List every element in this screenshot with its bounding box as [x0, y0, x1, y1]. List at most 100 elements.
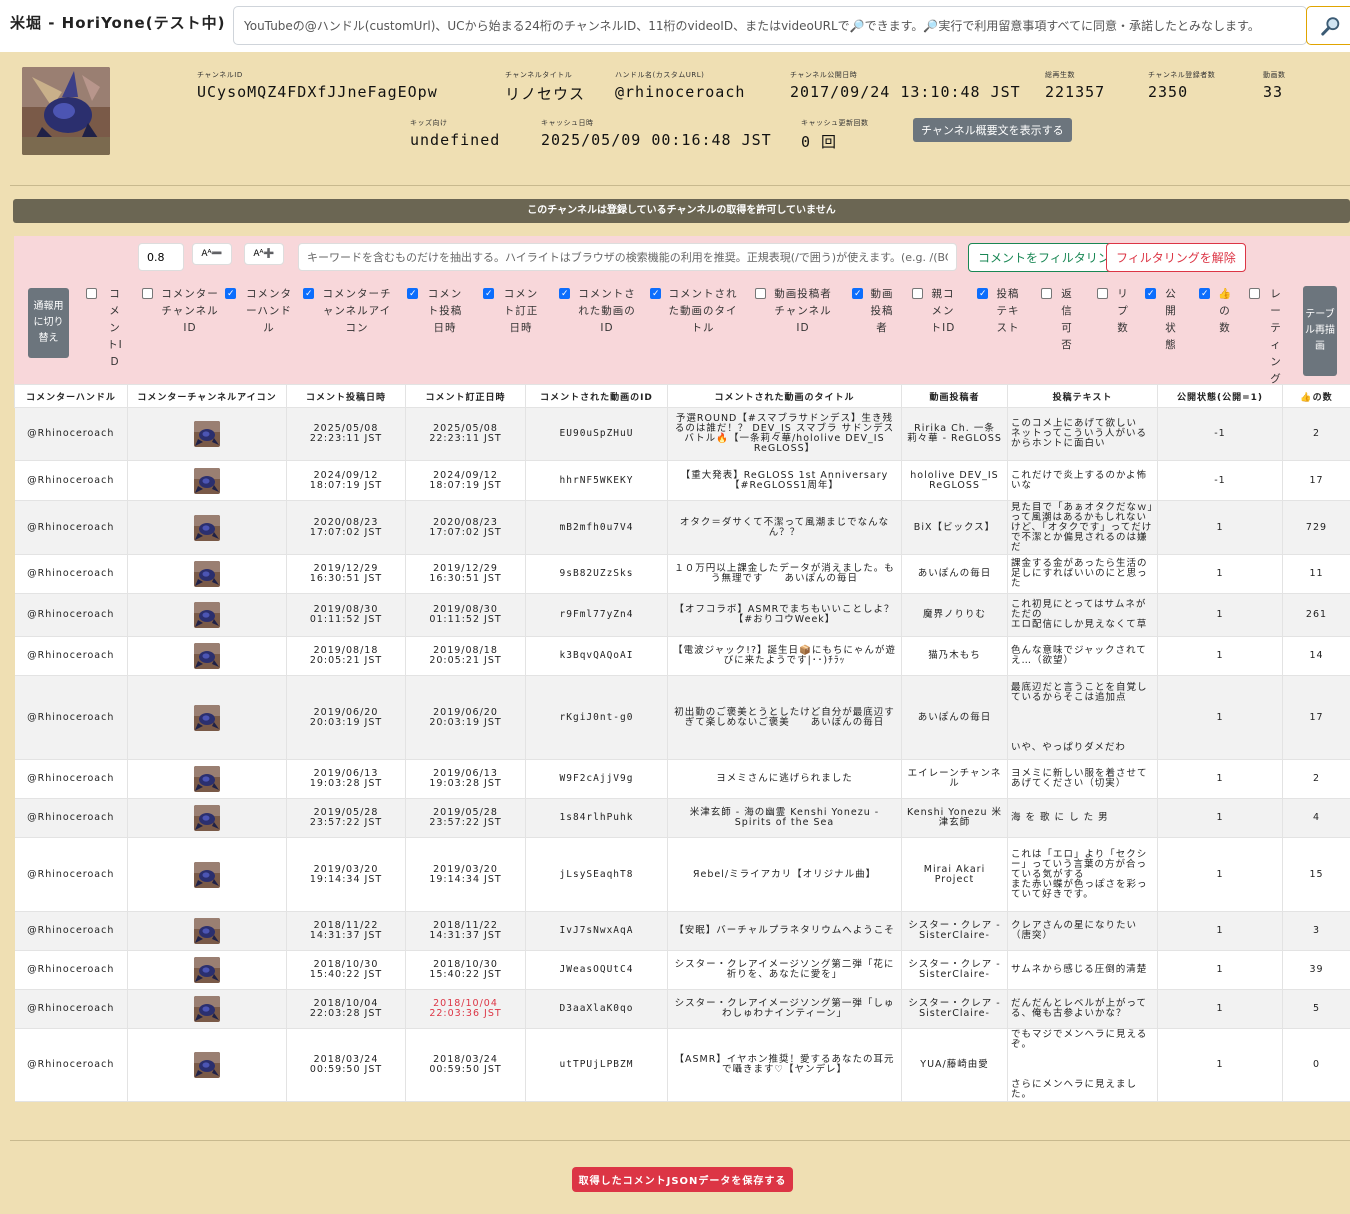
- column-header[interactable]: コメンターハンドル: [14, 384, 128, 408]
- column-header[interactable]: 公開状態(公開=1): [1157, 384, 1283, 408]
- video-id-cell: utTPUjLPBZM: [525, 1028, 668, 1102]
- public-status-cell: -1: [1157, 407, 1283, 461]
- column-header[interactable]: コメントされた動画のID: [525, 384, 668, 408]
- commenter-avatar[interactable]: [194, 957, 220, 983]
- search-input[interactable]: [233, 6, 1307, 45]
- video-title-cell: 【オフコラボ】ASMRでまちもいいことしよ？【#おりコウWeek】: [667, 593, 902, 637]
- edited-date-cell: 2019/06/13 19:03:28 JST: [405, 759, 526, 799]
- column-toggle[interactable]: コメンターチャンネルID: [142, 286, 220, 337]
- video-title-cell: 予選ROUND【#スマブラサドンデス】生き残るのは誰だ！？ DEV_IS スマブ…: [667, 407, 902, 461]
- column-toggle[interactable]: 動画投稿者: [852, 286, 894, 337]
- column-toggle-checkbox[interactable]: [1041, 288, 1052, 299]
- column-header[interactable]: 投稿テキスト: [1007, 384, 1158, 408]
- commenter-icon-cell: [127, 407, 287, 461]
- column-toggle[interactable]: レーティング: [1249, 286, 1285, 388]
- posted-date-cell: 2020/08/23 17:07:02 JST: [286, 500, 406, 555]
- report-mode-button[interactable]: 通報用に切り替え: [28, 288, 69, 358]
- column-toggle[interactable]: リプ数: [1097, 286, 1131, 337]
- font-size-input[interactable]: [138, 243, 184, 271]
- column-header[interactable]: コメンターチャンネルアイコン: [127, 384, 287, 408]
- column-header[interactable]: 動画投稿者: [901, 384, 1008, 408]
- info-value: @rhinoceroach: [615, 83, 746, 101]
- commenter-avatar[interactable]: [194, 467, 220, 494]
- notice-bar: このチャンネルは登録しているチャンネルの取得を許可していません: [13, 199, 1350, 223]
- column-header[interactable]: コメント投稿日時: [286, 384, 406, 408]
- info-cache-date: キャッシュ日時 2025/05/09 00:16:48 JST: [541, 118, 772, 149]
- uploader-cell: あいぽんの毎日: [901, 675, 1008, 760]
- column-toggle[interactable]: コメントID: [86, 286, 126, 371]
- column-toggle-checkbox[interactable]: [650, 286, 661, 303]
- commenter-avatar[interactable]: [194, 704, 220, 731]
- commenter-handle-cell: @Rhinoceroach: [14, 911, 128, 951]
- commenter-avatar[interactable]: [194, 561, 220, 587]
- info-label: チャンネル登録者数: [1148, 71, 1216, 79]
- column-header[interactable]: 👍の数: [1282, 384, 1350, 408]
- column-toggle-checkbox[interactable]: [303, 286, 314, 303]
- commenter-avatar[interactable]: [194, 421, 220, 447]
- info-video-count: 動画数 33: [1263, 70, 1286, 101]
- video-title-cell: シスター・クレアイメージソング第二弾「花に祈りを、あなたに愛を」: [667, 950, 902, 990]
- column-toggle-checkbox[interactable]: [1249, 288, 1260, 299]
- column-toggle[interactable]: 公開状態: [1145, 286, 1179, 354]
- commenter-avatar[interactable]: [194, 514, 220, 541]
- column-toggle[interactable]: コメンターチャンネルアイコン: [303, 286, 393, 337]
- column-toggle-checkbox[interactable]: [142, 288, 153, 299]
- info-value: リノセウス: [505, 85, 586, 103]
- column-toggle[interactable]: 👍の数: [1199, 286, 1233, 337]
- column-toggle[interactable]: コメントされた動画のID: [559, 286, 637, 337]
- column-toggle-checkbox[interactable]: [225, 286, 236, 303]
- commenter-avatar[interactable]: [194, 996, 220, 1022]
- column-toggle-label: レーティング: [1270, 288, 1282, 385]
- column-toggle-checkbox[interactable]: [1097, 288, 1108, 299]
- column-toggle-checkbox[interactable]: [755, 288, 766, 299]
- commenter-icon-cell: [127, 500, 287, 555]
- commenter-icon-cell: [127, 798, 287, 838]
- save-json-button[interactable]: 取得したコメントJSONデータを保存する: [572, 1167, 793, 1192]
- column-toggle-checkbox[interactable]: [852, 286, 863, 303]
- commenter-avatar[interactable]: [194, 861, 220, 888]
- commenter-avatar[interactable]: [194, 766, 220, 792]
- search-button[interactable]: [1306, 6, 1350, 45]
- font-decrease-button[interactable]: Aᴬ➖: [192, 243, 232, 265]
- table-row: @Rhinoceroach 2019/06/13 19:03:28 JST 2019…: [14, 759, 1350, 799]
- posted-date-cell: 2019/12/29 16:30:51 JST: [286, 554, 406, 594]
- keyword-filter-input[interactable]: [298, 243, 957, 271]
- column-toggle[interactable]: コメントされた動画のタイトル: [650, 286, 738, 337]
- column-toggle[interactable]: 返信可否: [1041, 286, 1075, 354]
- commenter-avatar[interactable]: [194, 602, 220, 628]
- redraw-table-button[interactable]: テーブル再描画: [1303, 286, 1337, 376]
- column-toggle-checkbox[interactable]: [912, 288, 923, 299]
- video-title-cell: 【安眠】バーチャルプラネタリウムへようこそ: [667, 911, 902, 951]
- column-header[interactable]: コメント訂正日時: [405, 384, 526, 408]
- column-toggle-checkbox[interactable]: [483, 286, 494, 303]
- column-toggle[interactable]: コメント訂正日時: [483, 286, 541, 337]
- show-description-button[interactable]: チャンネル概要文を表示する: [913, 118, 1072, 142]
- column-toggle[interactable]: コメンターハンドル: [225, 286, 295, 337]
- column-toggle-checkbox[interactable]: [86, 288, 97, 299]
- column-toggle[interactable]: 親コメントID: [912, 286, 956, 337]
- video-id-cell: JWeasOQUtC4: [525, 950, 668, 990]
- public-status-cell: 1: [1157, 636, 1283, 676]
- column-toggle-checkbox[interactable]: [407, 286, 418, 303]
- column-toggle-checkbox[interactable]: [1199, 286, 1210, 303]
- commenter-icon-cell: [127, 989, 287, 1029]
- commenter-avatar[interactable]: [194, 643, 220, 669]
- font-increase-button[interactable]: Aᴬ➕: [244, 243, 284, 265]
- commenter-avatar[interactable]: [194, 805, 220, 831]
- public-status-cell: 1: [1157, 989, 1283, 1029]
- column-toggle-checkbox[interactable]: [559, 286, 570, 303]
- column-toggle-checkbox[interactable]: [1145, 286, 1156, 303]
- likes-cell: 2: [1282, 759, 1350, 799]
- commenter-avatar[interactable]: [194, 1052, 220, 1078]
- commenter-avatar[interactable]: [194, 918, 220, 944]
- column-toggle-checkbox[interactable]: [977, 286, 988, 303]
- posted-date-cell: 2018/10/04 22:03:28 JST: [286, 989, 406, 1029]
- column-toggle[interactable]: 投稿テキスト: [977, 286, 1021, 337]
- commenter-icon-cell: [127, 460, 287, 501]
- column-toggle[interactable]: コメント投稿日時: [407, 286, 465, 337]
- column-header[interactable]: コメントされた動画のタイトル: [667, 384, 902, 408]
- column-toggle[interactable]: 動画投稿者チャンネルID: [755, 286, 833, 337]
- clear-filter-button[interactable]: フィルタリングを解除: [1106, 243, 1246, 272]
- uploader-cell: シスター・クレア -SisterClaire-: [901, 989, 1008, 1029]
- comment-text-cell: これは「エロ」より「セクシー」っていう言葉の方が合っている気がする また赤い蝶が…: [1007, 837, 1158, 912]
